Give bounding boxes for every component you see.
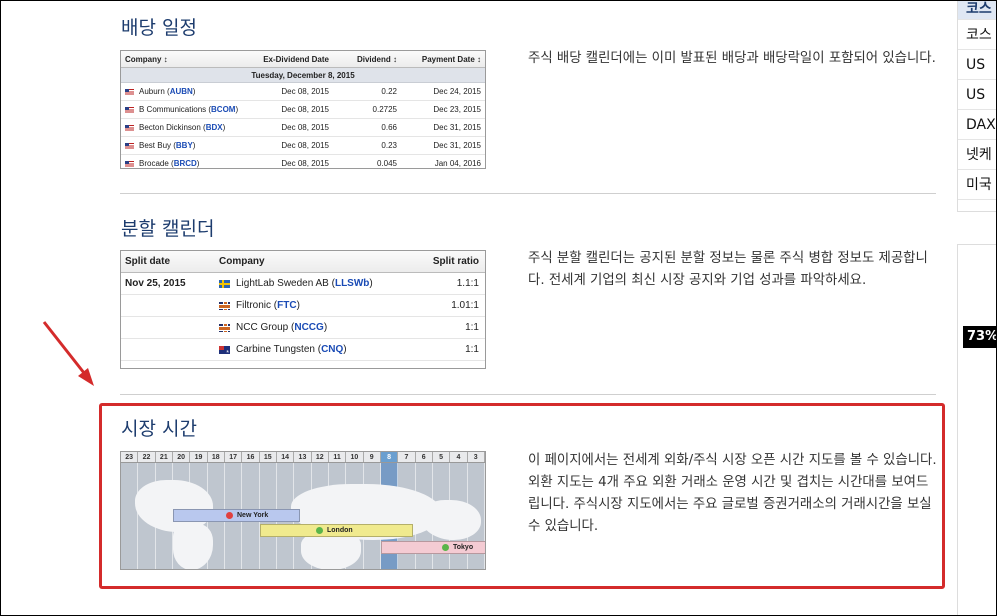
col-company: Company ↕ <box>125 54 168 64</box>
col-split-date: Split date <box>125 256 171 267</box>
company-name: Brocade <box>139 159 169 168</box>
company-name: Filtronic <box>236 300 272 311</box>
company-name: LightLab Sweden AB <box>236 278 329 289</box>
company-cell: Becton Dickinson (BDX) <box>121 123 251 132</box>
ratio-cell: 1:1 <box>465 322 479 333</box>
highlight-box <box>99 403 945 589</box>
split-description: 주식 분할 캘린더는 공지된 분할 정보는 물론 주식 병합 정보도 제공합니다… <box>528 251 928 288</box>
ticker-link[interactable]: NCCG <box>294 322 323 333</box>
company-cell: NCC Group (NCCG) <box>219 322 419 333</box>
table-row: Filtronic (FTC) 1.01:1 <box>121 295 485 317</box>
ticker-link[interactable]: AUBN <box>170 87 193 96</box>
divider <box>120 193 936 194</box>
exdate-cell: Dec 08, 2015 <box>281 159 329 168</box>
dividend-cell: 0.22 <box>381 87 397 96</box>
us-flag-icon <box>125 160 134 167</box>
dividend-cell: 0.23 <box>381 141 397 150</box>
company-cell: Filtronic (FTC) <box>219 300 419 311</box>
table-row: NCC Group (NCCG) 1:1 <box>121 317 485 339</box>
ratio-cell: 1:1 <box>465 344 479 355</box>
table-row: Brocade (BRCD) Dec 08, 2015 0.045 Jan 04, 2… <box>121 155 485 168</box>
ticker-link[interactable]: BDX <box>206 123 223 132</box>
company-name: B Communications <box>139 105 207 114</box>
ticker-link[interactable]: FTC <box>277 300 296 311</box>
sidebar-item[interactable]: US <box>958 80 997 110</box>
us-flag-icon <box>125 106 134 113</box>
payment-cell: Dec 31, 2015 <box>433 141 481 150</box>
us-flag-icon <box>125 124 134 131</box>
dividend-table-header: Company ↕ Ex-Dividend Date Dividend ↕ Pa… <box>121 51 485 68</box>
dividend-title[interactable]: 배당 일정 <box>121 13 197 40</box>
col-split-ratio: Split ratio <box>432 256 479 267</box>
payment-cell: Dec 23, 2015 <box>433 105 481 114</box>
dividend-cell: 0.2725 <box>372 105 397 114</box>
ticker-link[interactable]: BCOM <box>211 105 235 114</box>
exdate-cell: Dec 08, 2015 <box>281 105 329 114</box>
sidebar-item[interactable]: 넷케 <box>958 140 997 170</box>
red-arrow-icon <box>42 321 94 386</box>
company-cell: Best Buy (BBY) <box>121 141 251 150</box>
split-date-cell <box>121 295 219 316</box>
company-cell: Brocade (BRCD) <box>121 159 251 168</box>
ticker-link[interactable]: CNQ <box>321 344 343 355</box>
us-flag-icon <box>125 142 134 149</box>
split-table-header: Split date Company Split ratio <box>121 251 485 273</box>
split-date-cell <box>121 339 219 360</box>
dividend-cell: 0.66 <box>381 123 397 132</box>
split-date-cell <box>121 317 219 338</box>
company-cell: LightLab Sweden AB (LLSWb) <box>219 278 419 289</box>
company-cell: Carbine Tungsten (CNQ) <box>219 344 419 357</box>
split-title[interactable]: 분할 캘린더 <box>121 214 214 241</box>
au-flag-icon <box>219 345 230 357</box>
table-row: Nov 25, 2015 LightLab Sweden AB (LLSWb) 1.… <box>121 273 485 295</box>
divider <box>120 394 936 395</box>
payment-cell: Jan 04, 2016 <box>434 159 481 168</box>
us-flag-icon <box>125 88 134 95</box>
company-name: Auburn <box>139 87 165 96</box>
sidebar-item[interactable]: 코스 <box>958 1 997 20</box>
table-row: Best Buy (BBY) Dec 08, 2015 0.23 Dec 31, 20… <box>121 137 485 155</box>
right-sidebar-panel <box>957 244 997 616</box>
company-name: NCC Group <box>236 322 289 333</box>
table-row: Auburn (AUBN) Dec 08, 2015 0.22 Dec 24, 201… <box>121 83 485 101</box>
exdate-cell: Dec 08, 2015 <box>281 87 329 96</box>
ticker-link[interactable]: LLSWb <box>335 278 369 289</box>
col-dividend: Dividend ↕ <box>356 54 397 64</box>
split-table-preview[interactable]: Split date Company Split ratio Nov 25, 2… <box>120 250 486 369</box>
percent-badge: 73% <box>963 326 997 348</box>
ratio-cell: 1.1:1 <box>456 278 479 289</box>
gb-flag-icon <box>219 323 230 332</box>
sidebar-item[interactable]: US <box>958 50 997 80</box>
se-flag-icon <box>219 279 230 288</box>
col-split-company: Company <box>219 256 265 267</box>
ratio-cell: 1.01:1 <box>451 300 479 311</box>
payment-cell: Dec 24, 2015 <box>433 87 481 96</box>
col-exdate: Ex-Dividend Date <box>263 54 329 64</box>
dividend-date-row: Tuesday, December 8, 2015 <box>121 68 485 83</box>
ticker-link[interactable]: BRCD <box>174 159 197 168</box>
sidebar-item[interactable]: DAX <box>958 110 997 140</box>
dividend-cell: 0.045 <box>376 159 397 168</box>
split-date-cell: Nov 25, 2015 <box>125 278 186 289</box>
table-row: Carbine Tungsten (CNQ) 1:1 <box>121 339 485 361</box>
sidebar-item[interactable]: 코스 <box>958 20 997 50</box>
right-sidebar-list: 코스 코스 US US DAX 넷케 미국 <box>957 0 997 212</box>
company-cell: Auburn (AUBN) <box>121 87 251 96</box>
exdate-cell: Dec 08, 2015 <box>281 123 329 132</box>
gb-flag-icon <box>219 301 230 310</box>
payment-cell: Dec 31, 2015 <box>433 123 481 132</box>
exdate-cell: Dec 08, 2015 <box>281 141 329 150</box>
dividend-description: 주식 배당 캘린더에는 이미 발표된 배당과 배당락일이 포함되어 있습니다. <box>528 51 936 66</box>
sidebar-item[interactable]: 미국 <box>958 170 997 200</box>
table-row: B Communications (BCOM) Dec 08, 2015 0.272… <box>121 101 485 119</box>
ticker-link[interactable]: BBY <box>176 141 193 150</box>
company-name: Carbine Tungsten <box>236 344 315 355</box>
company-name: Best Buy <box>139 141 172 150</box>
col-payment: Payment Date ↕ <box>421 54 481 64</box>
company-name: Becton Dickinson <box>139 123 201 132</box>
dividend-table-preview[interactable]: Company ↕ Ex-Dividend Date Dividend ↕ Pa… <box>120 50 486 169</box>
table-row: Becton Dickinson (BDX) Dec 08, 2015 0.66 De… <box>121 119 485 137</box>
company-cell: B Communications (BCOM) <box>121 105 251 114</box>
